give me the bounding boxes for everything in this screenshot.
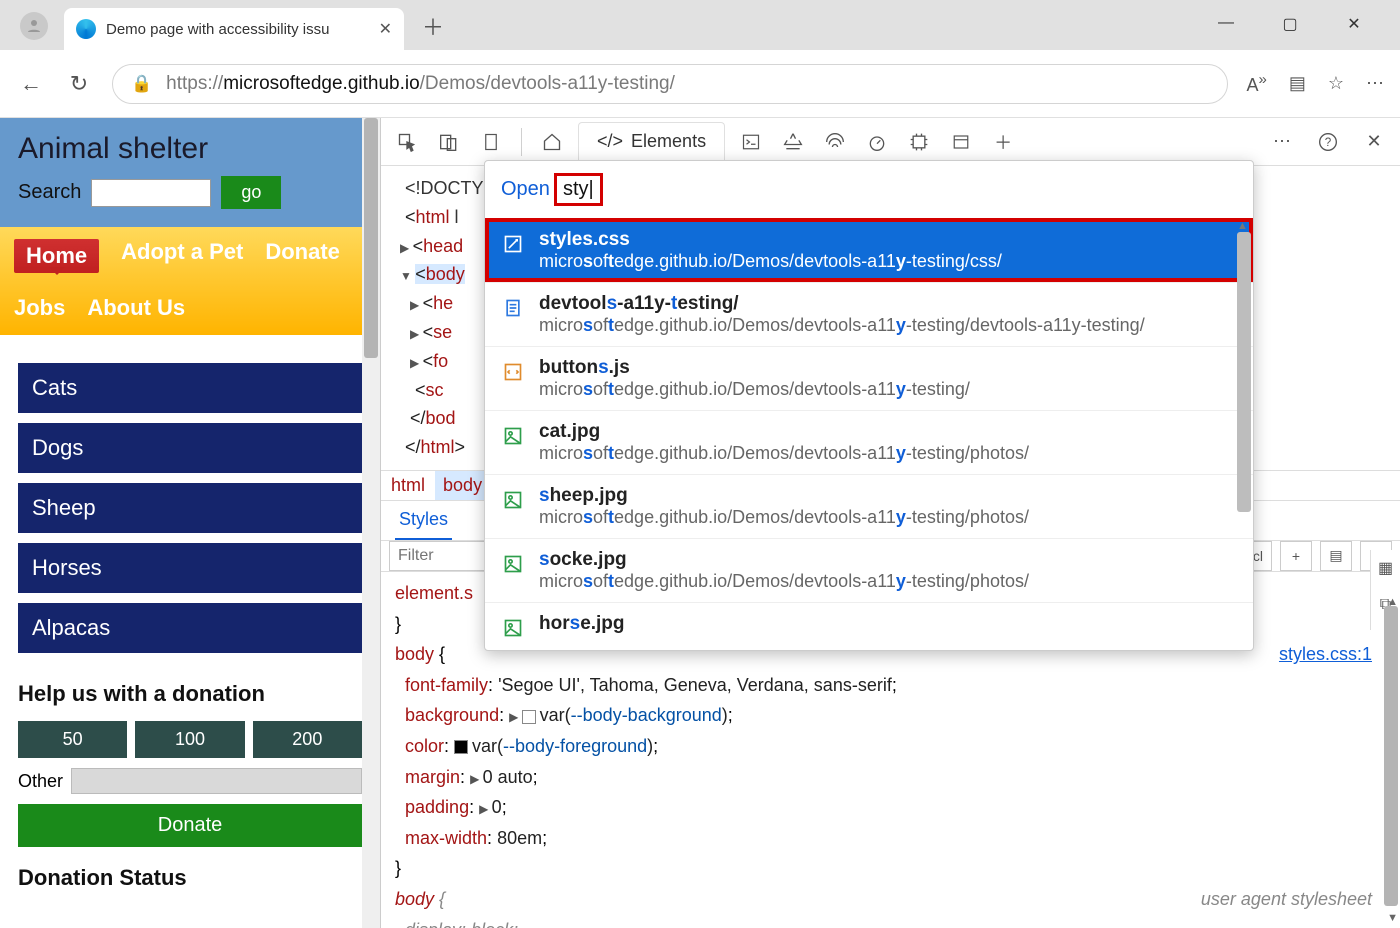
file-type-icon bbox=[501, 424, 525, 448]
ua-stylesheet-label: user agent stylesheet bbox=[1201, 884, 1372, 915]
result-path: microsoftedge.github.io/Demos/devtools-a… bbox=[539, 443, 1029, 464]
open-file-result[interactable]: devtools-a11y-testing/microsoftedge.gith… bbox=[485, 282, 1253, 346]
open-file-result[interactable]: socke.jpgmicrosoftedge.github.io/Demos/d… bbox=[485, 538, 1253, 602]
open-file-result[interactable]: cat.jpgmicrosoftedge.github.io/Demos/dev… bbox=[485, 410, 1253, 474]
open-file-result[interactable]: styles.cssmicrosoftedge.github.io/Demos/… bbox=[485, 218, 1253, 282]
open-label: Open bbox=[501, 178, 550, 201]
edge-icon bbox=[76, 19, 96, 39]
donation-heading: Help us with a donation bbox=[18, 681, 362, 707]
address-bar[interactable]: 🔒 https://microsoftedge.github.io/Demos/… bbox=[112, 64, 1228, 104]
console-icon[interactable] bbox=[735, 126, 767, 158]
welcome-icon[interactable] bbox=[475, 126, 507, 158]
popup-scrollbar[interactable]: ▲ ▼ bbox=[1237, 220, 1251, 650]
new-tab-button[interactable]: ＋ bbox=[422, 10, 444, 42]
application-icon[interactable] bbox=[945, 126, 977, 158]
styles-tab[interactable]: Styles bbox=[395, 501, 452, 540]
file-type-icon bbox=[501, 616, 525, 640]
tab-close-icon[interactable]: ✕ bbox=[379, 19, 392, 39]
window-minimize-button[interactable]: ― bbox=[1206, 14, 1246, 34]
sources-icon[interactable] bbox=[777, 126, 809, 158]
svg-text:?: ? bbox=[1325, 136, 1332, 149]
result-name: socke.jpg bbox=[539, 549, 1029, 571]
result-path: microsoftedge.github.io/Demos/devtools-a… bbox=[539, 507, 1029, 528]
window-maximize-button[interactable]: ▢ bbox=[1270, 14, 1310, 34]
category-list: Cats Dogs Sheep Horses Alpacas bbox=[0, 335, 380, 663]
open-file-result[interactable]: horse.jpg bbox=[485, 602, 1253, 650]
home-icon[interactable] bbox=[536, 126, 568, 158]
memory-icon[interactable] bbox=[903, 126, 935, 158]
read-aloud-icon[interactable]: A» bbox=[1246, 71, 1266, 96]
file-type-icon bbox=[501, 232, 525, 256]
file-type-icon bbox=[501, 488, 525, 512]
open-file-result[interactable]: sheep.jpgmicrosoftedge.github.io/Demos/d… bbox=[485, 474, 1253, 538]
category-item[interactable]: Cats bbox=[18, 363, 362, 413]
donation-status-heading: Donation Status bbox=[18, 865, 362, 891]
window-close-button[interactable]: ✕ bbox=[1334, 14, 1374, 34]
nav-about[interactable]: About Us bbox=[87, 295, 185, 321]
more-tabs-button[interactable]: ＋ bbox=[987, 126, 1019, 158]
open-file-result[interactable]: buttons.jsmicrosoftedge.github.io/Demos/… bbox=[485, 346, 1253, 410]
page-viewport: Animal shelter Search go Home Adopt a Pe… bbox=[0, 118, 380, 928]
main-nav: Home Adopt a Pet Donate Jobs About Us bbox=[0, 227, 380, 335]
result-name: styles.css bbox=[539, 229, 1002, 251]
device-toggle-icon[interactable] bbox=[433, 126, 465, 158]
donate-button[interactable]: Donate bbox=[18, 804, 362, 847]
help-icon[interactable]: ? bbox=[1312, 126, 1344, 158]
donation-other-input[interactable] bbox=[71, 768, 362, 794]
more-icon[interactable]: ⋯ bbox=[1366, 73, 1384, 94]
page-title: Animal shelter bbox=[18, 132, 362, 166]
category-item[interactable]: Sheep bbox=[18, 483, 362, 533]
url-text: https://microsoftedge.github.io/Demos/de… bbox=[166, 73, 675, 95]
devtools-close-icon[interactable]: ✕ bbox=[1358, 126, 1390, 158]
lock-icon[interactable]: 🔒 bbox=[131, 74, 152, 94]
new-rule-button[interactable]: + bbox=[1280, 541, 1312, 571]
file-type-icon bbox=[501, 296, 525, 320]
result-path: microsoftedge.github.io/Demos/devtools-a… bbox=[539, 315, 1145, 336]
page-scrollbar[interactable] bbox=[362, 118, 380, 928]
nav-adopt[interactable]: Adopt a Pet bbox=[121, 239, 243, 273]
nav-home[interactable]: Home bbox=[14, 239, 99, 273]
inspect-icon[interactable] bbox=[391, 126, 423, 158]
result-path: microsoftedge.github.io/Demos/devtools-a… bbox=[539, 571, 1029, 592]
settings-more-icon[interactable]: ⋯ bbox=[1266, 126, 1298, 158]
favorite-icon[interactable]: ☆ bbox=[1328, 73, 1344, 94]
category-item[interactable]: Alpacas bbox=[18, 603, 362, 653]
devtools-scrollbar[interactable]: ▲ ▼ bbox=[1382, 166, 1400, 928]
result-path: microsoftedge.github.io/Demos/devtools-a… bbox=[539, 379, 970, 400]
profile-avatar[interactable] bbox=[20, 12, 48, 40]
nav-jobs[interactable]: Jobs bbox=[14, 295, 65, 321]
donation-amount-button[interactable]: 50 bbox=[18, 721, 127, 758]
code-icon: </> bbox=[597, 131, 623, 152]
open-query-input[interactable]: sty| bbox=[554, 173, 603, 206]
browser-tab[interactable]: Demo page with accessibility issu ✕ bbox=[64, 8, 404, 50]
category-item[interactable]: Horses bbox=[18, 543, 362, 593]
result-name: devtools-a11y-testing/ bbox=[539, 293, 1145, 315]
result-name: cat.jpg bbox=[539, 421, 1029, 443]
result-name: horse.jpg bbox=[539, 613, 625, 635]
tab-title: Demo page with accessibility issu bbox=[106, 21, 329, 38]
search-input[interactable] bbox=[91, 179, 211, 207]
result-path: microsoftedge.github.io/Demos/devtools-a… bbox=[539, 251, 1002, 272]
performance-icon[interactable] bbox=[861, 126, 893, 158]
nav-donate[interactable]: Donate bbox=[265, 239, 340, 273]
elements-tab[interactable]: </>Elements bbox=[578, 122, 725, 162]
computed-toggle-icon[interactable]: ▤ bbox=[1320, 541, 1352, 571]
result-name: buttons.js bbox=[539, 357, 970, 379]
search-go-button[interactable]: go bbox=[221, 176, 281, 209]
category-item[interactable]: Dogs bbox=[18, 423, 362, 473]
donation-amount-button[interactable]: 100 bbox=[135, 721, 244, 758]
network-icon[interactable] bbox=[819, 126, 851, 158]
refresh-button[interactable]: ↻ bbox=[64, 71, 94, 97]
stylesheet-link[interactable]: styles.css:1 bbox=[1279, 639, 1372, 670]
reading-view-icon[interactable]: ▤ bbox=[1289, 73, 1306, 94]
file-type-icon bbox=[501, 360, 525, 384]
result-name: sheep.jpg bbox=[539, 485, 1029, 507]
search-label: Search bbox=[18, 181, 81, 204]
open-file-dialog: Open sty| styles.cssmicrosoftedge.github… bbox=[484, 160, 1254, 651]
file-type-icon bbox=[501, 552, 525, 576]
donation-amount-button[interactable]: 200 bbox=[253, 721, 362, 758]
back-button[interactable]: ← bbox=[16, 71, 46, 97]
donation-other-label: Other bbox=[18, 771, 63, 792]
